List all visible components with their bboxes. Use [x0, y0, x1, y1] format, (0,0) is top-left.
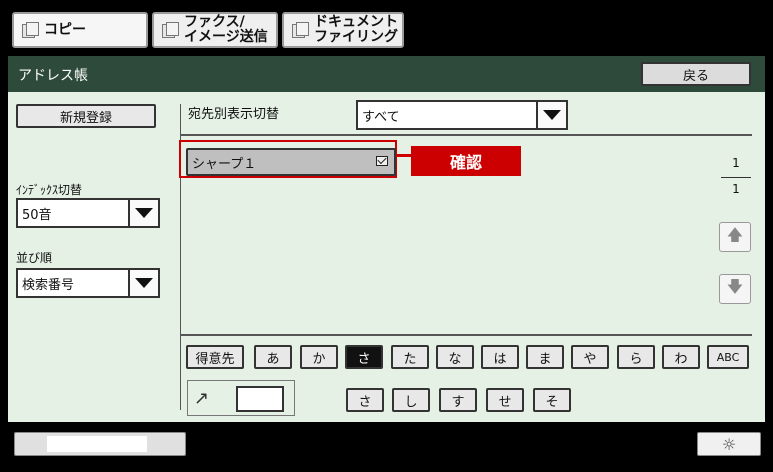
page-fraction-line [721, 177, 751, 178]
index-key-sa[interactable]: さ [345, 345, 383, 369]
callout-connector [397, 154, 411, 157]
address-book-panel: アドレス帳 戻る 新規登録 ｲﾝﾃﾞｯｸｽ切替 50音 並び順 検索番号 宛先別… [8, 56, 765, 422]
chevron-down-icon[interactable] [128, 200, 158, 226]
address-entry[interactable]: シャープ１ [186, 148, 396, 176]
sun-icon: ☼ [721, 434, 737, 454]
tab-copy-label: コピー [44, 21, 86, 38]
index-key-ha[interactable]: は [481, 345, 519, 369]
index-key-na[interactable]: な [436, 345, 474, 369]
chevron-down-icon[interactable] [128, 270, 158, 296]
index-key-ta[interactable]: た [391, 345, 429, 369]
index-switch-label: ｲﾝﾃﾞｯｸｽ切替 [16, 183, 83, 197]
scroll-up-button[interactable]: 🡅 [719, 222, 751, 252]
new-register-button[interactable]: 新規登録 [16, 104, 156, 128]
page-current: 1 [732, 156, 740, 170]
tab-document-label: ドキュメント ファイリング [314, 14, 398, 45]
confirm-callout: 確認 [411, 146, 521, 176]
sub-key-shi[interactable]: し [392, 388, 430, 412]
index-select[interactable]: 50音 [16, 198, 160, 228]
direct-number-box: ↗ [187, 380, 295, 416]
status-bar[interactable] [14, 432, 186, 456]
back-button[interactable]: 戻る [641, 62, 751, 86]
document-icon [292, 22, 309, 38]
index-key-abc[interactable]: ABC [707, 345, 749, 369]
filter-label: 宛先別表示切替 [188, 107, 280, 122]
filter-select[interactable]: すべて [356, 100, 568, 130]
direct-entry-icon: ↗ [194, 388, 210, 409]
filter-select-value: すべて [362, 109, 400, 125]
sort-select-value: 検索番号 [22, 277, 75, 293]
direct-number-input[interactable] [236, 386, 284, 412]
sub-key-se[interactable]: せ [486, 388, 524, 412]
tab-fax-label: ファクス/ イメージ送信 [184, 14, 268, 45]
page-total: 1 [732, 182, 740, 196]
index-key-ra[interactable]: ら [617, 345, 655, 369]
sub-key-so[interactable]: そ [533, 388, 571, 412]
filter-divider [180, 134, 752, 136]
index-key-ya[interactable]: や [571, 345, 609, 369]
tab-document-filing[interactable]: ドキュメント ファイリング [282, 12, 404, 48]
index-divider [180, 334, 752, 336]
screen-frame: コピー ファクス/ イメージ送信 ドキュメント ファイリング アドレス帳 戻る … [0, 0, 773, 472]
tab-fax-image-send[interactable]: ファクス/ イメージ送信 [152, 12, 278, 48]
index-key-ka[interactable]: か [300, 345, 338, 369]
email-check-icon [376, 156, 388, 166]
page-title: アドレス帳 [18, 68, 88, 84]
status-bar-fill [47, 436, 147, 452]
sort-order-label: 並び順 [16, 251, 53, 265]
address-entry-label: シャープ１ [192, 156, 257, 172]
index-key-a[interactable]: あ [254, 345, 292, 369]
index-key-wa[interactable]: わ [662, 345, 700, 369]
down-arrow-icon: 🡇 [726, 276, 744, 296]
index-key-tokuisaki[interactable]: 得意先 [186, 345, 244, 369]
title-bar: アドレス帳 戻る [8, 56, 765, 92]
brightness-button[interactable]: ☼ [697, 432, 761, 456]
index-key-ma[interactable]: ま [526, 345, 564, 369]
chevron-down-icon[interactable] [536, 102, 566, 128]
tab-copy[interactable]: コピー [12, 12, 148, 48]
sub-key-sa[interactable]: さ [346, 388, 384, 412]
up-arrow-icon: 🡅 [726, 224, 744, 244]
sub-key-su[interactable]: す [439, 388, 477, 412]
copy-icon [22, 22, 39, 38]
sort-select[interactable]: 検索番号 [16, 268, 160, 298]
index-select-value: 50音 [22, 207, 52, 223]
fax-icon [162, 22, 179, 38]
scroll-down-button[interactable]: 🡇 [719, 274, 751, 304]
